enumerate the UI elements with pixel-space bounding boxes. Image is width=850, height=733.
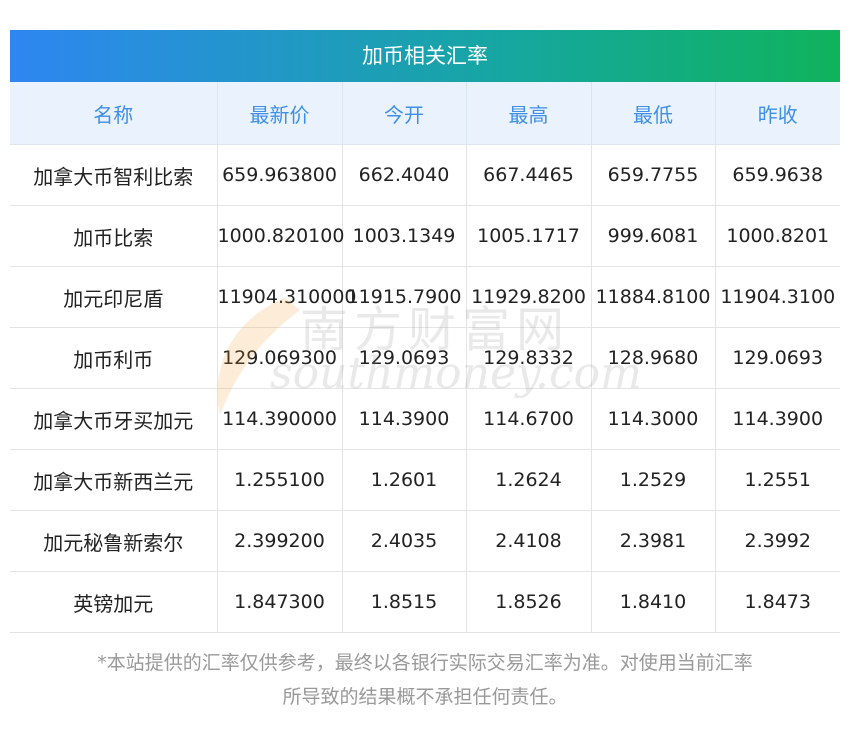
table-row: 加币比索 1000.820100 1003.1349 1005.1717 999… [10,205,840,267]
cell-name: 加币利币 [10,327,218,389]
cell-open: 114.3900 [342,388,467,450]
table-row: 加拿大币新西兰元 1.255100 1.2601 1.2624 1.2529 1… [10,449,840,511]
cell-open: 11915.7900 [342,266,467,328]
disclaimer-line-1: *本站提供的汇率仅供参考，最终以各银行实际交易汇率为准。对使用当前汇率 [97,652,753,674]
cell-latest: 2.399200 [217,510,343,572]
table-row: 加币利币 129.069300 129.0693 129.8332 128.96… [10,327,840,389]
cell-latest: 1000.820100 [217,205,344,267]
table-row: 加拿大币牙买加元 114.390000 114.3900 114.6700 11… [10,388,840,450]
cell-low: 128.9680 [591,327,716,389]
cell-high: 1005.1717 [466,205,592,267]
cell-name: 加拿大币新西兰元 [10,449,218,511]
table-title: 加币相关汇率 [10,30,840,82]
header-prev-close: 昨收 [715,82,840,145]
cell-name: 加拿大币智利比索 [10,144,218,206]
table-row: 英镑加元 1.847300 1.8515 1.8526 1.8410 1.847… [10,571,840,633]
cell-high: 2.4108 [466,510,592,572]
header-row: 名称 最新价 今开 最高 最低 昨收 [10,82,840,145]
cell-prev-close: 129.0693 [715,327,840,389]
cell-latest: 129.069300 [217,327,343,389]
header-high: 最高 [466,82,592,145]
table-row: 加元秘鲁新索尔 2.399200 2.4035 2.4108 2.3981 2.… [10,510,840,572]
cell-high: 1.8526 [466,571,592,633]
cell-low: 659.7755 [591,144,716,206]
cell-prev-close: 1000.8201 [715,205,840,267]
cell-low: 114.3000 [591,388,716,450]
cell-latest: 1.255100 [217,449,343,511]
cell-prev-close: 1.2551 [715,449,840,511]
cell-prev-close: 114.3900 [715,388,840,450]
cell-low: 1.8410 [591,571,716,633]
cell-open: 1.8515 [342,571,467,633]
cell-prev-close: 2.3992 [715,510,840,572]
cell-latest: 659.963800 [217,144,343,206]
header-name: 名称 [10,82,218,145]
cell-name: 英镑加元 [10,571,218,633]
cell-low: 2.3981 [591,510,716,572]
header-latest: 最新价 [217,82,343,145]
header-low: 最低 [591,82,716,145]
cell-name: 加币比索 [10,205,218,267]
cell-prev-close: 659.9638 [715,144,840,206]
cell-name: 加元秘鲁新索尔 [10,510,218,572]
cell-low: 999.6081 [591,205,716,267]
cell-open: 129.0693 [342,327,467,389]
cell-prev-close: 11904.3100 [715,266,840,328]
cell-latest: 114.390000 [217,388,343,450]
cell-open: 662.4040 [342,144,467,206]
cell-high: 129.8332 [466,327,592,389]
table-row: 加拿大币智利比索 659.963800 662.4040 667.4465 65… [10,144,840,206]
cell-low: 1.2529 [591,449,716,511]
cell-open: 1003.1349 [342,205,467,267]
cell-prev-close: 1.8473 [715,571,840,633]
cell-open: 1.2601 [342,449,467,511]
disclaimer: *本站提供的汇率仅供参考，最终以各银行实际交易汇率为准。对使用当前汇率 所导致的… [10,646,840,714]
header-open: 今开 [342,82,467,145]
table-row: 加元印尼盾 11904.310000 11915.7900 11929.8200… [10,266,840,328]
cell-latest: 11904.310000 [217,266,357,328]
cell-high: 114.6700 [466,388,592,450]
cell-high: 1.2624 [466,449,592,511]
rate-table-card: 加币相关汇率 名称 最新价 今开 最高 最低 昨收 加拿大币智利比索 659.9… [10,30,840,633]
cell-open: 2.4035 [342,510,467,572]
cell-latest: 1.847300 [217,571,343,633]
cell-low: 11884.8100 [591,266,716,328]
disclaimer-line-2: 所导致的结果概不承担任何责任。 [282,686,568,708]
cell-high: 11929.8200 [466,266,592,328]
cell-high: 667.4465 [466,144,592,206]
cell-name: 加拿大币牙买加元 [10,388,218,450]
cell-name: 加元印尼盾 [10,266,218,328]
rate-table: 名称 最新价 今开 最高 最低 昨收 加拿大币智利比索 659.963800 6… [10,82,840,633]
